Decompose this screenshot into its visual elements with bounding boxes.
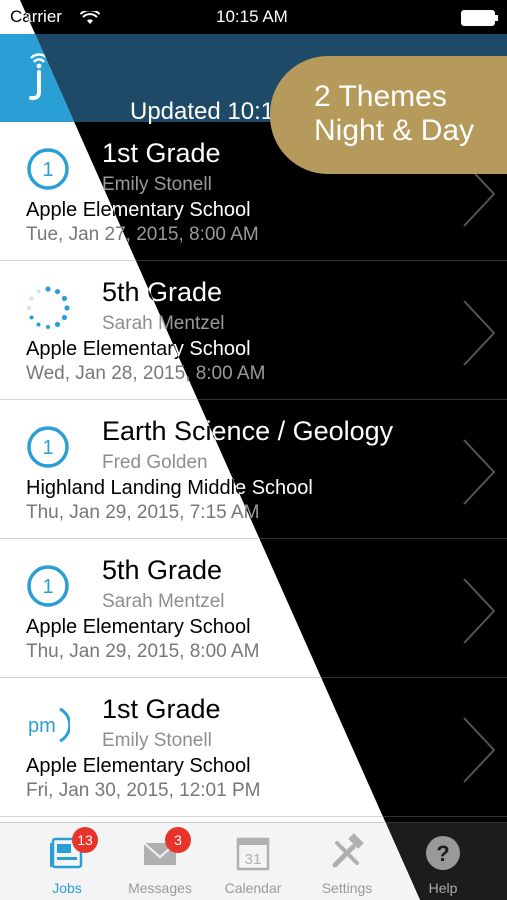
promo-line-2: Night & Day	[314, 114, 475, 147]
job-title: 1st Grade	[102, 694, 221, 724]
teacher-name: Sarah Mentzel	[102, 591, 225, 612]
tab-messages[interactable]: 3 Messages	[115, 823, 205, 900]
job-title: 5th Grade	[102, 555, 223, 585]
reminder-count-icon: 1	[27, 565, 69, 607]
badge-text: 1	[42, 437, 53, 459]
calendar-icon: 31	[236, 837, 270, 871]
tab-label: Calendar	[224, 880, 282, 896]
reminder-count-icon: 1	[27, 426, 69, 468]
help-icon: ?	[426, 836, 460, 870]
badge-text: 1	[42, 576, 53, 598]
job-date: Thu, Jan 29, 2015, 7:15 AM	[26, 502, 260, 523]
chevron-right-icon	[463, 300, 496, 366]
chevron-right-icon	[463, 439, 496, 505]
clock: 10:15 AM	[216, 7, 288, 26]
chevron-right-icon	[463, 578, 496, 644]
chevron-right-icon	[463, 717, 496, 783]
tab-count-badge: 3	[165, 827, 191, 853]
job-title: 1st Grade	[102, 138, 221, 168]
school-name: Apple Elementary School	[26, 616, 251, 638]
battery-icon	[461, 10, 498, 26]
settings-icon	[332, 833, 364, 868]
tab-jobs[interactable]: 13 Jobs	[22, 823, 112, 900]
teacher-name: Emily Stonell	[102, 730, 212, 751]
school-name: Apple Elementary School	[26, 755, 251, 777]
themes-promo-banner: 2 Themes Night & Day	[270, 56, 507, 174]
job-date: Thu, Jan 29, 2015, 8:00 AM	[26, 641, 260, 662]
status-bar: Carrier 10:15 AM	[0, 0, 507, 34]
teacher-name: Emily Stonell	[102, 174, 212, 195]
question-mark-glyph: ?	[436, 841, 449, 866]
calendar-day-text: 31	[245, 851, 262, 868]
tab-settings[interactable]: Settings	[302, 823, 392, 900]
wifi-icon	[80, 11, 100, 24]
tab-label: Messages	[128, 880, 192, 896]
loading-spinner-icon	[27, 286, 70, 329]
promo-line-1: 2 Themes	[314, 80, 447, 113]
badge-text: pm	[28, 715, 56, 737]
tab-label: Settings	[321, 880, 373, 896]
pm-time-icon: pm	[28, 707, 70, 743]
teacher-name: Fred Golden	[102, 452, 208, 473]
tab-label: Jobs	[52, 880, 82, 896]
tab-calendar[interactable]: 31 Calendar	[208, 823, 298, 900]
badge-text: 1	[42, 159, 53, 181]
reminder-count-icon: 1	[27, 148, 69, 190]
job-date: Fri, Jan 30, 2015, 12:01 PM	[26, 780, 261, 801]
tab-count-badge: 13	[72, 827, 98, 853]
